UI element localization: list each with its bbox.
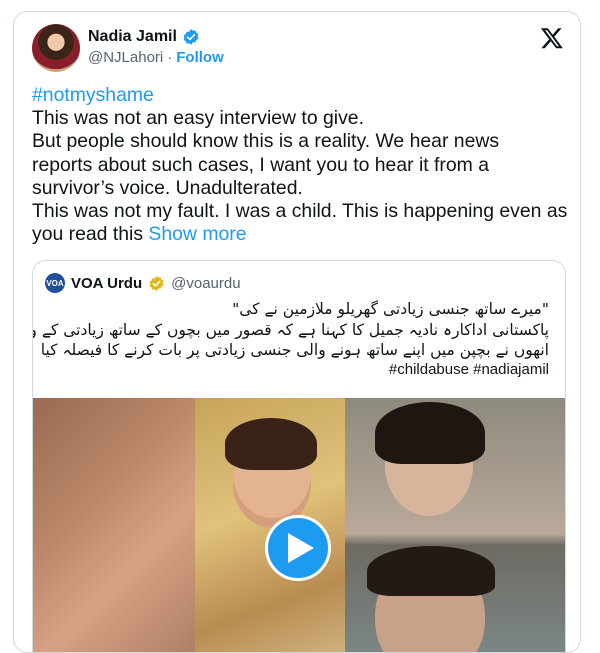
show-more-link[interactable]: Show more bbox=[148, 223, 246, 245]
thumbnail-panel-photos bbox=[345, 398, 565, 652]
hashtag-link[interactable]: #notmyshame bbox=[32, 84, 577, 107]
voa-logo-icon: VOA bbox=[45, 273, 65, 293]
tweet-line: But people should know this is a reality… bbox=[32, 130, 500, 153]
quoted-author-handle[interactable]: @voaurdu bbox=[171, 275, 240, 292]
x-logo-icon[interactable] bbox=[540, 26, 564, 50]
play-icon bbox=[288, 533, 314, 563]
tweet-line: reports about such cases, I want you to … bbox=[32, 153, 489, 176]
urdu-line: انھوں نے بچپن میں اپنے ساتھ ہونے والی جن… bbox=[40, 341, 549, 359]
quoted-author-name[interactable]: VOA Urdu bbox=[71, 275, 142, 292]
author-name[interactable]: Nadia Jamil bbox=[88, 28, 177, 46]
video-thumbnail[interactable] bbox=[33, 398, 565, 652]
tweet-card[interactable]: Nadia Jamil @NJLahori · Follow #notmysha… bbox=[13, 11, 581, 653]
tweet-last-line: you read this Show more bbox=[32, 223, 577, 246]
gold-verified-badge-icon bbox=[149, 275, 164, 291]
tweet-line: survivor’s voice. Unadulterated. bbox=[32, 176, 303, 199]
author-name-row: Nadia Jamil bbox=[88, 28, 200, 46]
author-handle-row: @NJLahori · Follow bbox=[88, 49, 224, 66]
tweet-line: This was not an easy interview to give. bbox=[32, 107, 364, 130]
follow-button[interactable]: Follow bbox=[176, 49, 224, 66]
woman-hair-image bbox=[367, 546, 495, 596]
girl-hair-image bbox=[375, 402, 485, 464]
separator-dot: · bbox=[167, 49, 173, 66]
tweet-line-prefix: you read this bbox=[32, 223, 144, 246]
child-hair-image bbox=[225, 418, 317, 470]
tweet-line: This was not my fault. I was a child. Th… bbox=[32, 200, 568, 223]
quoted-hashtags[interactable]: #childabuse #nadiajamil bbox=[389, 361, 549, 378]
play-button[interactable] bbox=[265, 515, 331, 581]
tweet-text: #notmyshame This was not an easy intervi… bbox=[32, 84, 577, 246]
quoted-header: VOA VOA Urdu @voaurdu bbox=[45, 273, 241, 293]
verified-badge-icon bbox=[183, 29, 199, 45]
quoted-tweet[interactable]: VOA VOA Urdu @voaurdu "میرے ساتھ جنسی زی… bbox=[32, 260, 566, 652]
urdu-line: "میرے ساتھ جنسی زیادتی گھریلو ملازمین نے… bbox=[232, 300, 549, 318]
quoted-text-urdu: "میرے ساتھ جنسی زیادتی گھریلو ملازمین نے… bbox=[33, 299, 549, 361]
author-handle[interactable]: @NJLahori bbox=[88, 49, 163, 66]
thumbnail-panel-blurred bbox=[33, 398, 195, 652]
avatar[interactable] bbox=[32, 24, 80, 72]
urdu-line: پاکستانی اداکارہ نادیہ جمیل کا کہنا ہے ک… bbox=[33, 320, 549, 339]
